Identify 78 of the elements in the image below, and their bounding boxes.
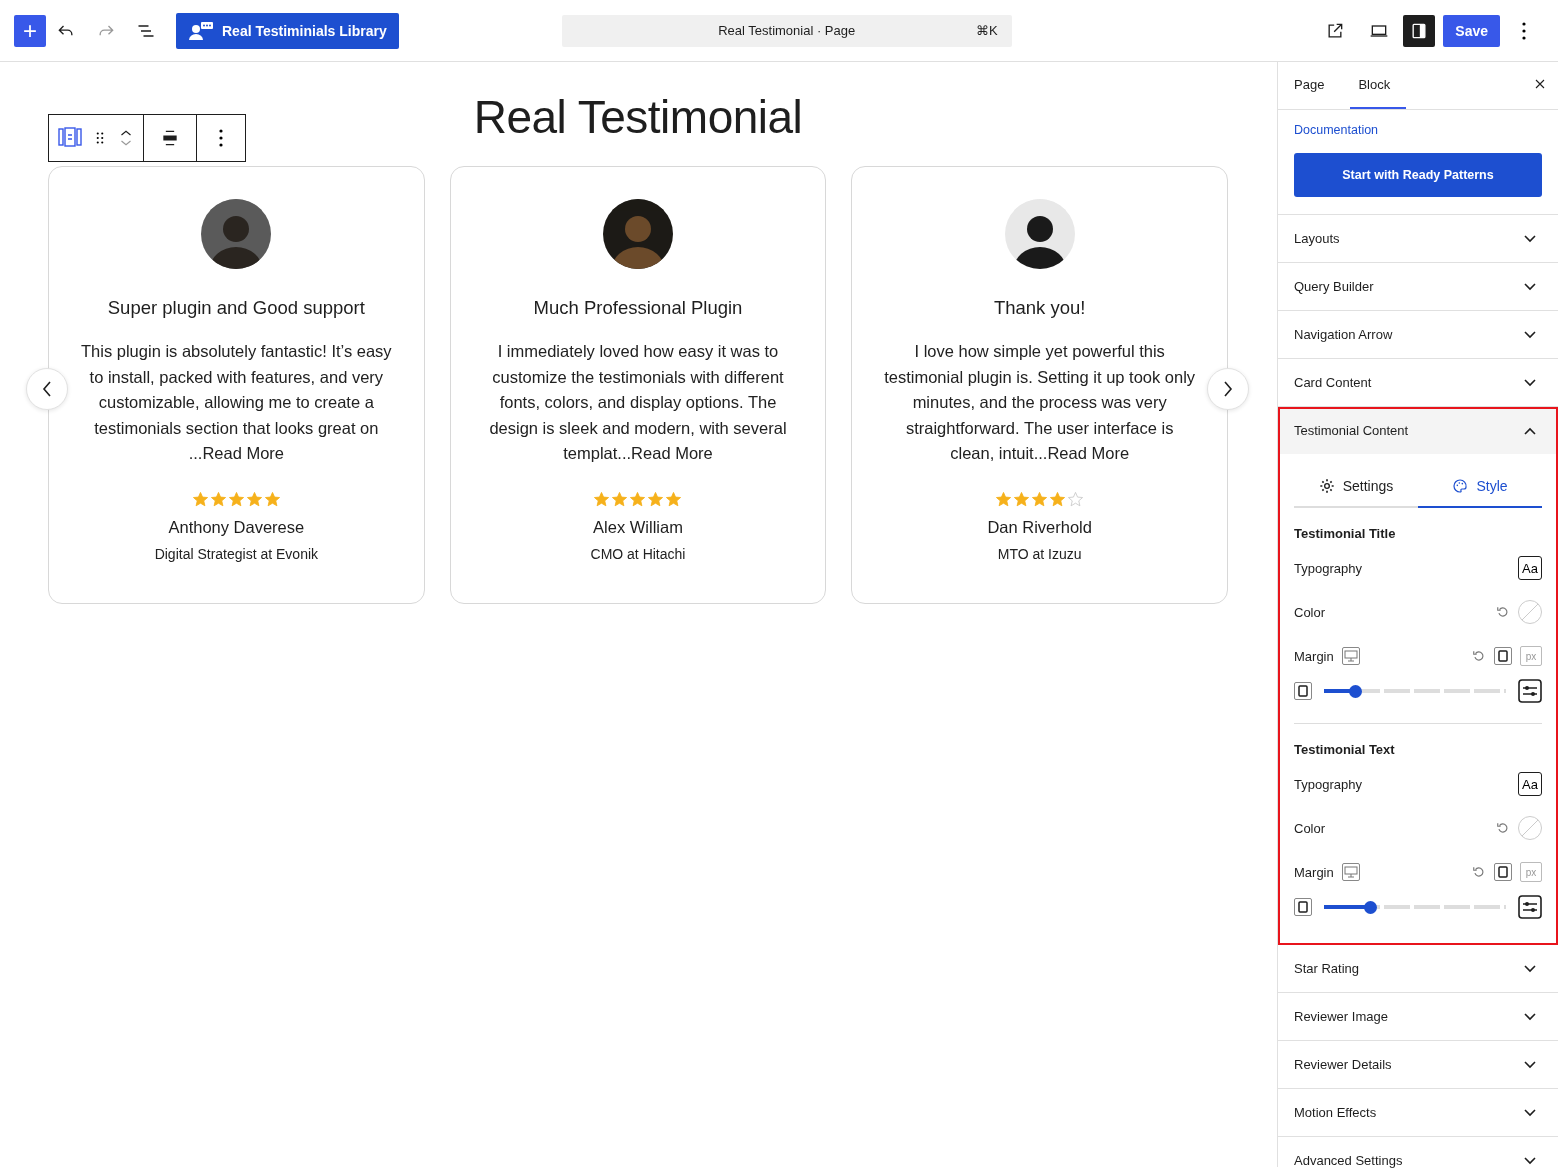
panel-header[interactable]: Layouts [1278, 215, 1558, 262]
sliders-icon [1518, 895, 1542, 919]
reset-icon [1472, 865, 1486, 879]
panel-title: Card Content [1294, 375, 1372, 390]
save-button[interactable]: Save [1443, 14, 1500, 47]
page-title: Real Testimonial [473, 92, 803, 142]
panel-title: Navigation Arrow [1294, 327, 1393, 342]
field-label: Margin [1294, 648, 1334, 664]
group-title: Testimonial Text [1294, 742, 1396, 757]
reviewer-name: Dan Riverhold [987, 517, 1092, 537]
command-bar[interactable]: Real Testimonial · Page ⌘K [561, 14, 1012, 47]
panel-tab[interactable]: Style [1418, 466, 1542, 508]
panel-header[interactable]: Navigation Arrow [1278, 311, 1558, 358]
box-icon[interactable] [1294, 682, 1312, 700]
sliders-icon [1518, 679, 1542, 703]
slider-thumb[interactable] [1348, 684, 1362, 698]
field-label: Margin [1294, 864, 1334, 880]
typography-button[interactable]: Aa [1518, 556, 1542, 580]
panel-title: Testimonial Content [1294, 423, 1409, 438]
panel-title: Advanced Settings [1294, 1153, 1403, 1168]
panel-header[interactable]: Testimonial Content [1278, 407, 1558, 454]
carousel-icon [57, 126, 83, 150]
more-icon [219, 129, 223, 147]
reviewer-role: CMO at Hitachi [590, 545, 686, 562]
sidebar-tab[interactable]: Page [1286, 62, 1341, 109]
panel-title: Layouts [1294, 231, 1340, 246]
palette-icon [1452, 478, 1469, 494]
field-label: Color [1294, 820, 1326, 836]
patterns-button[interactable]: Start with Ready Patterns [1294, 153, 1542, 197]
panel-title: Reviewer Image [1294, 1009, 1388, 1024]
panel-header[interactable]: Reviewer Details [1278, 1041, 1558, 1088]
documentation-link[interactable]: Documentation [1294, 123, 1379, 137]
group-title: Testimonial Title [1294, 526, 1397, 541]
document-title: Real Testimonial · Page [718, 23, 856, 38]
settings-icon [1318, 478, 1335, 494]
testimonial-text: I love how simple yet powerful this testimonial plugin is. Setting it up took only minutes, and the process was very straightforward. The user interface is clean, intuit...Read More [883, 341, 1197, 465]
field-label: Color [1294, 604, 1326, 620]
color-swatch[interactable] [1518, 600, 1542, 624]
panel-title: Reviewer Details [1294, 1057, 1392, 1072]
reviewer-role: MTO at Izuzu [997, 545, 1082, 562]
reset-icon [1496, 605, 1510, 619]
testimonial-text: This plugin is absolutely fantastic! It’s easy to install, packed with features, and very customizable, allowing me to create a testimonials section that looks great on ...Read More [80, 341, 393, 465]
panel-title: Star Rating [1294, 961, 1360, 976]
shortcut-label: ⌘K [976, 23, 998, 38]
reviewer-role: Digital Strategist at Evonik [154, 545, 319, 562]
add-block-button[interactable]: + [14, 14, 46, 47]
reset-icon [1496, 821, 1510, 835]
box-icon[interactable] [1294, 898, 1312, 916]
reviewer-name: Anthony Daverese [168, 517, 305, 537]
panel-header[interactable]: Query Builder [1278, 263, 1558, 310]
reset-icon [1472, 649, 1486, 663]
library-button[interactable]: Real Testiminials Library [176, 12, 399, 49]
testimonial-title: Thank you! [993, 297, 1086, 319]
reviewer-name: Alex William [593, 517, 683, 537]
align-icon [160, 128, 180, 148]
typography-button[interactable]: Aa [1518, 772, 1542, 796]
sidebar-tab[interactable]: Block [1350, 62, 1407, 109]
device-icon[interactable] [1341, 863, 1360, 881]
device-icon[interactable] [1341, 647, 1360, 665]
panel-header[interactable]: Motion Effects [1278, 1089, 1558, 1136]
more-icon [1522, 21, 1526, 40]
box-icon[interactable] [1494, 647, 1512, 665]
panel-header[interactable]: Reviewer Image [1278, 993, 1558, 1040]
testimonial-title: Much Professional Plugin [533, 297, 743, 319]
field-label: Typography [1294, 560, 1362, 576]
slider-thumb[interactable] [1363, 900, 1377, 914]
field-label: Typography [1294, 776, 1362, 792]
panel-header[interactable]: Card Content [1278, 359, 1558, 406]
panel-title: Motion Effects [1294, 1105, 1377, 1120]
panel-title: Query Builder [1294, 279, 1374, 294]
panel-header[interactable]: Star Rating [1278, 945, 1558, 992]
panel-header[interactable]: Advanced Settings [1278, 1137, 1558, 1168]
testimonial-title: Super plugin and Good support [107, 297, 365, 319]
user-chat-icon [188, 20, 214, 41]
color-swatch[interactable] [1518, 816, 1542, 840]
testimonial-text: I immediately loved how easy it was to customize the testimonials with different fonts, colors, and display options. The design is sleek and modern, with several templat...Read More [488, 341, 788, 465]
panel-tab[interactable]: Settings [1294, 466, 1418, 508]
box-icon[interactable] [1494, 863, 1512, 881]
